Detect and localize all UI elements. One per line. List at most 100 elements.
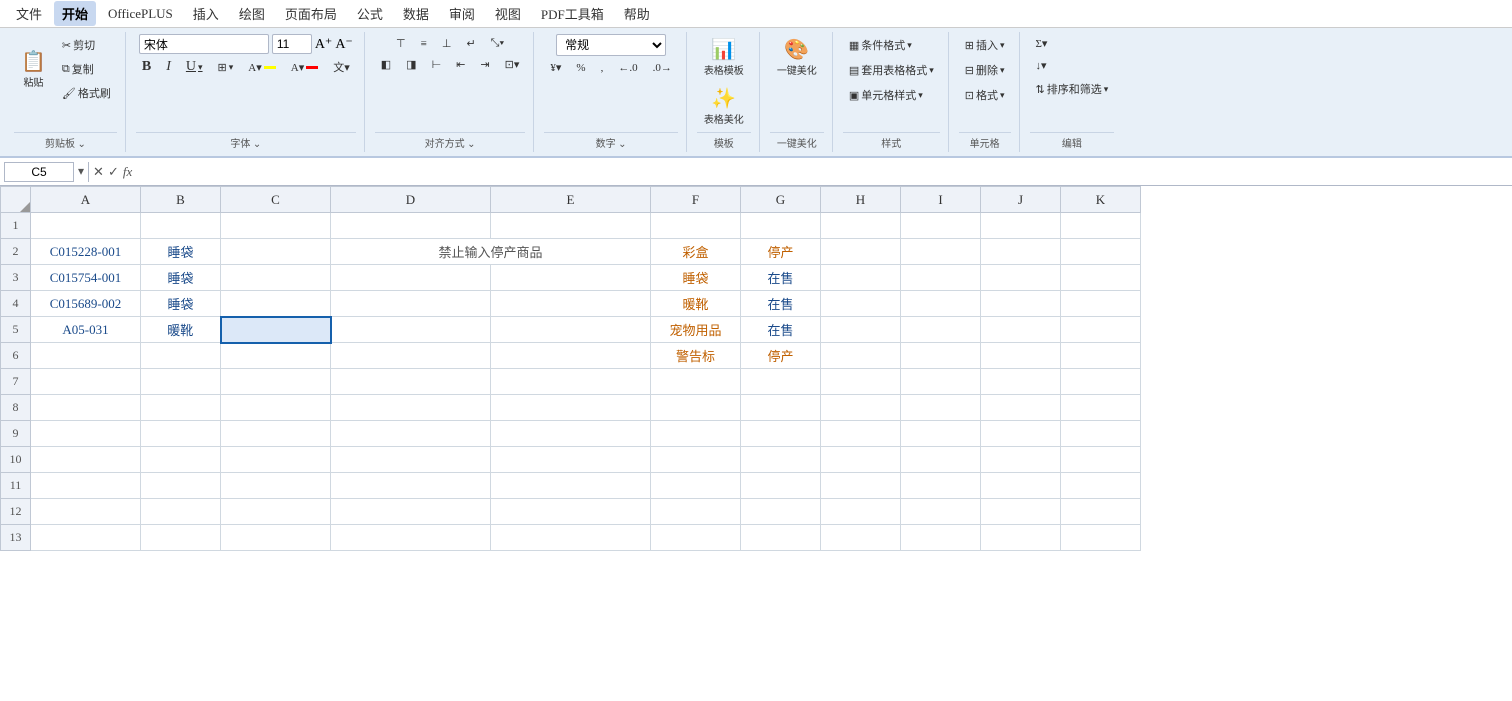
cell-h12[interactable]	[821, 499, 901, 525]
corner-cell[interactable]	[1, 187, 31, 213]
cell-d1[interactable]	[331, 213, 491, 239]
cell-i6[interactable]	[901, 343, 981, 369]
font-grow-button[interactable]: A⁺	[315, 36, 333, 53]
border-button[interactable]: ⊞ ▾	[212, 58, 240, 77]
col-header-i[interactable]: I	[901, 187, 981, 213]
cell-i8[interactable]	[901, 395, 981, 421]
cell-f13[interactable]	[651, 525, 741, 551]
formula-input[interactable]	[136, 163, 1508, 181]
cell-a12[interactable]	[31, 499, 141, 525]
cell-g8[interactable]	[741, 395, 821, 421]
cell-f5[interactable]: 宠物用品	[651, 317, 741, 343]
cell-f11[interactable]	[651, 473, 741, 499]
fill-color-button[interactable]: A▾	[242, 58, 281, 77]
cell-b12[interactable]	[141, 499, 221, 525]
cell-a11[interactable]	[31, 473, 141, 499]
comma-button[interactable]: ,	[595, 59, 610, 77]
decrease-indent-button[interactable]: ⇤	[450, 55, 471, 74]
sort-filter-button[interactable]: ⇅ 排序和筛选 ▾	[1030, 78, 1115, 100]
row-num-7[interactable]: 7	[1, 369, 31, 395]
col-header-k[interactable]: K	[1061, 187, 1141, 213]
align-center-button[interactable]: ◨	[400, 55, 422, 74]
menu-page-layout[interactable]: 页面布局	[277, 1, 345, 26]
menu-formula[interactable]: 公式	[349, 1, 391, 26]
cell-g2[interactable]: 停产	[741, 239, 821, 265]
cell-c2[interactable]	[221, 239, 331, 265]
cell-j4[interactable]	[981, 291, 1061, 317]
row-num-3[interactable]: 3	[1, 265, 31, 291]
cell-k5[interactable]	[1061, 317, 1141, 343]
cell-e7[interactable]	[491, 369, 651, 395]
cell-d4[interactable]	[331, 291, 491, 317]
cell-j13[interactable]	[981, 525, 1061, 551]
cell-j5[interactable]	[981, 317, 1061, 343]
cell-g9[interactable]	[741, 421, 821, 447]
cell-k11[interactable]	[1061, 473, 1141, 499]
cell-b4[interactable]: 睡袋	[141, 291, 221, 317]
number-format-select[interactable]: 常规	[556, 34, 666, 56]
cell-j12[interactable]	[981, 499, 1061, 525]
cell-k7[interactable]	[1061, 369, 1141, 395]
cell-a4[interactable]: C015689-002	[31, 291, 141, 317]
cell-d3[interactable]	[331, 265, 491, 291]
wen-button[interactable]: 文▾	[327, 56, 356, 78]
cell-k2[interactable]	[1061, 239, 1141, 265]
cell-i1[interactable]	[901, 213, 981, 239]
cell-b8[interactable]	[141, 395, 221, 421]
menu-officeplus[interactable]: OfficePLUS	[100, 3, 181, 25]
row-num-5[interactable]: 5	[1, 317, 31, 343]
cell-e13[interactable]	[491, 525, 651, 551]
cell-c5[interactable]	[221, 317, 331, 343]
underline-button[interactable]: U ▾	[180, 56, 209, 78]
font-size-input[interactable]	[272, 34, 312, 54]
cell-k9[interactable]	[1061, 421, 1141, 447]
col-header-a[interactable]: A	[31, 187, 141, 213]
align-middle-button[interactable]: ≡	[415, 35, 433, 53]
percent-button[interactable]: %	[570, 59, 591, 77]
cell-b7[interactable]	[141, 369, 221, 395]
cell-j8[interactable]	[981, 395, 1061, 421]
cell-a7[interactable]	[31, 369, 141, 395]
cell-i5[interactable]	[901, 317, 981, 343]
menu-pdf[interactable]: PDF工具箱	[533, 1, 612, 26]
cell-style-button[interactable]: ▣ 单元格样式 ▾	[843, 84, 940, 106]
cell-d2[interactable]: 禁止输入停产商品	[331, 239, 651, 265]
cell-i13[interactable]	[901, 525, 981, 551]
merge-center-button[interactable]: ⊡▾	[499, 55, 526, 74]
cell-h8[interactable]	[821, 395, 901, 421]
expand-formula-button[interactable]: ▾	[78, 164, 84, 179]
cell-f12[interactable]	[651, 499, 741, 525]
col-header-f[interactable]: F	[651, 187, 741, 213]
cell-c9[interactable]	[221, 421, 331, 447]
cell-h4[interactable]	[821, 291, 901, 317]
cell-c8[interactable]	[221, 395, 331, 421]
cell-a10[interactable]	[31, 447, 141, 473]
cell-a1[interactable]: ERPCO号	[31, 213, 141, 239]
cell-j10[interactable]	[981, 447, 1061, 473]
col-header-j[interactable]: J	[981, 187, 1061, 213]
cell-d13[interactable]	[331, 525, 491, 551]
align-bottom-button[interactable]: ⊥	[436, 34, 458, 53]
cell-b6[interactable]	[141, 343, 221, 369]
cell-f4[interactable]: 暖靴	[651, 291, 741, 317]
align-top-button[interactable]: ⊤	[390, 34, 412, 53]
cell-k1[interactable]	[1061, 213, 1141, 239]
menu-view[interactable]: 视图	[487, 1, 529, 26]
fx-icon[interactable]: fx	[123, 164, 132, 180]
cell-d6[interactable]	[331, 343, 491, 369]
cell-d9[interactable]	[331, 421, 491, 447]
cell-d7[interactable]	[331, 369, 491, 395]
cell-d11[interactable]	[331, 473, 491, 499]
cell-b10[interactable]	[141, 447, 221, 473]
copy-button[interactable]: ⧉ 复制	[56, 58, 117, 80]
row-num-4[interactable]: 4	[1, 291, 31, 317]
cell-g10[interactable]	[741, 447, 821, 473]
one-click-beautify-button[interactable]: 🎨 一键美化	[770, 34, 824, 81]
bold-button[interactable]: B	[136, 56, 157, 78]
cell-e9[interactable]	[491, 421, 651, 447]
cell-c12[interactable]	[221, 499, 331, 525]
cell-b1[interactable]: 产品类别	[141, 213, 221, 239]
cell-k13[interactable]	[1061, 525, 1141, 551]
menu-file[interactable]: 文件	[8, 1, 50, 26]
font-shrink-button[interactable]: A⁻	[335, 36, 353, 53]
